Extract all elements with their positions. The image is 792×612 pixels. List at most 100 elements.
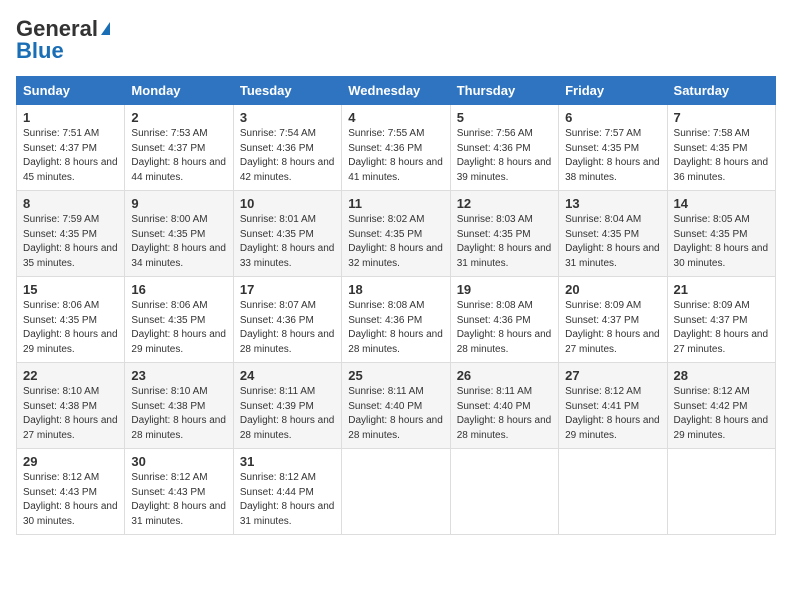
sunset-text: Sunset: 4:35 PM	[348, 229, 422, 240]
daylight-text: Daylight: 8 hours and 28 minutes.	[131, 415, 226, 441]
cell-content: Sunrise: 8:12 AM Sunset: 4:42 PM Dayligh…	[674, 385, 769, 443]
sunset-text: Sunset: 4:35 PM	[131, 315, 205, 326]
sunrise-text: Sunrise: 8:01 AM	[240, 214, 316, 225]
sunrise-text: Sunrise: 8:12 AM	[131, 472, 207, 483]
day-number: 7	[674, 110, 769, 125]
calendar-cell: 25 Sunrise: 8:11 AM Sunset: 4:40 PM Dayl…	[342, 363, 450, 449]
sunset-text: Sunset: 4:35 PM	[565, 229, 639, 240]
day-number: 2	[131, 110, 226, 125]
day-number: 21	[674, 282, 769, 297]
sunrise-text: Sunrise: 8:12 AM	[674, 386, 750, 397]
day-number: 27	[565, 368, 660, 383]
sunset-text: Sunset: 4:35 PM	[131, 229, 205, 240]
sunrise-text: Sunrise: 8:09 AM	[565, 300, 641, 311]
calendar-cell: 7 Sunrise: 7:58 AM Sunset: 4:35 PM Dayli…	[667, 105, 775, 191]
header-thursday: Thursday	[450, 77, 558, 105]
sunset-text: Sunset: 4:37 PM	[131, 143, 205, 154]
calendar-cell: 12 Sunrise: 8:03 AM Sunset: 4:35 PM Dayl…	[450, 191, 558, 277]
day-number: 19	[457, 282, 552, 297]
cell-content: Sunrise: 7:51 AM Sunset: 4:37 PM Dayligh…	[23, 127, 118, 185]
day-number: 12	[457, 196, 552, 211]
sunrise-text: Sunrise: 8:08 AM	[457, 300, 533, 311]
sunset-text: Sunset: 4:37 PM	[674, 315, 748, 326]
daylight-text: Daylight: 8 hours and 28 minutes.	[457, 415, 552, 441]
header-monday: Monday	[125, 77, 233, 105]
sunrise-text: Sunrise: 8:03 AM	[457, 214, 533, 225]
calendar-cell: 30 Sunrise: 8:12 AM Sunset: 4:43 PM Dayl…	[125, 449, 233, 535]
sunrise-text: Sunrise: 8:00 AM	[131, 214, 207, 225]
daylight-text: Daylight: 8 hours and 27 minutes.	[565, 329, 660, 355]
daylight-text: Daylight: 8 hours and 41 minutes.	[348, 157, 443, 183]
cell-content: Sunrise: 8:01 AM Sunset: 4:35 PM Dayligh…	[240, 213, 335, 271]
calendar-cell: 26 Sunrise: 8:11 AM Sunset: 4:40 PM Dayl…	[450, 363, 558, 449]
cell-content: Sunrise: 7:53 AM Sunset: 4:37 PM Dayligh…	[131, 127, 226, 185]
calendar-cell: 23 Sunrise: 8:10 AM Sunset: 4:38 PM Dayl…	[125, 363, 233, 449]
day-number: 13	[565, 196, 660, 211]
week-row-4: 22 Sunrise: 8:10 AM Sunset: 4:38 PM Dayl…	[17, 363, 776, 449]
sunrise-text: Sunrise: 8:11 AM	[240, 386, 315, 397]
calendar-cell: 31 Sunrise: 8:12 AM Sunset: 4:44 PM Dayl…	[233, 449, 341, 535]
sunset-text: Sunset: 4:37 PM	[23, 143, 97, 154]
day-number: 10	[240, 196, 335, 211]
day-number: 25	[348, 368, 443, 383]
cell-content: Sunrise: 7:58 AM Sunset: 4:35 PM Dayligh…	[674, 127, 769, 185]
day-number: 17	[240, 282, 335, 297]
sunrise-text: Sunrise: 7:57 AM	[565, 128, 641, 139]
daylight-text: Daylight: 8 hours and 31 minutes.	[240, 501, 335, 527]
cell-content: Sunrise: 8:07 AM Sunset: 4:36 PM Dayligh…	[240, 299, 335, 357]
day-number: 9	[131, 196, 226, 211]
calendar-table: SundayMondayTuesdayWednesdayThursdayFrid…	[16, 76, 776, 535]
day-number: 15	[23, 282, 118, 297]
calendar-cell: 3 Sunrise: 7:54 AM Sunset: 4:36 PM Dayli…	[233, 105, 341, 191]
daylight-text: Daylight: 8 hours and 28 minutes.	[457, 329, 552, 355]
sunset-text: Sunset: 4:35 PM	[23, 315, 97, 326]
calendar-cell: 17 Sunrise: 8:07 AM Sunset: 4:36 PM Dayl…	[233, 277, 341, 363]
cell-content: Sunrise: 8:11 AM Sunset: 4:39 PM Dayligh…	[240, 385, 335, 443]
sunset-text: Sunset: 4:43 PM	[23, 487, 97, 498]
sunrise-text: Sunrise: 8:10 AM	[23, 386, 99, 397]
daylight-text: Daylight: 8 hours and 35 minutes.	[23, 243, 118, 269]
calendar-cell: 10 Sunrise: 8:01 AM Sunset: 4:35 PM Dayl…	[233, 191, 341, 277]
daylight-text: Daylight: 8 hours and 31 minutes.	[457, 243, 552, 269]
sunrise-text: Sunrise: 8:05 AM	[674, 214, 750, 225]
header-wednesday: Wednesday	[342, 77, 450, 105]
sunset-text: Sunset: 4:38 PM	[131, 401, 205, 412]
calendar-cell	[342, 449, 450, 535]
day-number: 23	[131, 368, 226, 383]
cell-content: Sunrise: 8:12 AM Sunset: 4:44 PM Dayligh…	[240, 471, 335, 529]
day-number: 3	[240, 110, 335, 125]
day-number: 28	[674, 368, 769, 383]
week-row-3: 15 Sunrise: 8:06 AM Sunset: 4:35 PM Dayl…	[17, 277, 776, 363]
sunrise-text: Sunrise: 7:55 AM	[348, 128, 424, 139]
logo-triangle-icon	[101, 22, 110, 35]
cell-content: Sunrise: 7:55 AM Sunset: 4:36 PM Dayligh…	[348, 127, 443, 185]
daylight-text: Daylight: 8 hours and 44 minutes.	[131, 157, 226, 183]
day-number: 31	[240, 454, 335, 469]
daylight-text: Daylight: 8 hours and 38 minutes.	[565, 157, 660, 183]
sunrise-text: Sunrise: 8:12 AM	[565, 386, 641, 397]
sunset-text: Sunset: 4:42 PM	[674, 401, 748, 412]
cell-content: Sunrise: 8:00 AM Sunset: 4:35 PM Dayligh…	[131, 213, 226, 271]
daylight-text: Daylight: 8 hours and 28 minutes.	[348, 415, 443, 441]
daylight-text: Daylight: 8 hours and 42 minutes.	[240, 157, 335, 183]
calendar-cell: 8 Sunrise: 7:59 AM Sunset: 4:35 PM Dayli…	[17, 191, 125, 277]
daylight-text: Daylight: 8 hours and 30 minutes.	[674, 243, 769, 269]
sunrise-text: Sunrise: 8:11 AM	[348, 386, 423, 397]
header-saturday: Saturday	[667, 77, 775, 105]
calendar-cell: 5 Sunrise: 7:56 AM Sunset: 4:36 PM Dayli…	[450, 105, 558, 191]
day-number: 26	[457, 368, 552, 383]
page-header: General Blue	[16, 16, 776, 64]
daylight-text: Daylight: 8 hours and 29 minutes.	[131, 329, 226, 355]
cell-content: Sunrise: 7:57 AM Sunset: 4:35 PM Dayligh…	[565, 127, 660, 185]
sunrise-text: Sunrise: 8:11 AM	[457, 386, 532, 397]
cell-content: Sunrise: 8:04 AM Sunset: 4:35 PM Dayligh…	[565, 213, 660, 271]
sunset-text: Sunset: 4:39 PM	[240, 401, 314, 412]
calendar-cell: 11 Sunrise: 8:02 AM Sunset: 4:35 PM Dayl…	[342, 191, 450, 277]
calendar-cell: 24 Sunrise: 8:11 AM Sunset: 4:39 PM Dayl…	[233, 363, 341, 449]
cell-content: Sunrise: 8:06 AM Sunset: 4:35 PM Dayligh…	[23, 299, 118, 357]
calendar-cell: 6 Sunrise: 7:57 AM Sunset: 4:35 PM Dayli…	[559, 105, 667, 191]
sunset-text: Sunset: 4:35 PM	[457, 229, 531, 240]
sunset-text: Sunset: 4:35 PM	[565, 143, 639, 154]
calendar-cell: 22 Sunrise: 8:10 AM Sunset: 4:38 PM Dayl…	[17, 363, 125, 449]
sunrise-text: Sunrise: 7:56 AM	[457, 128, 533, 139]
